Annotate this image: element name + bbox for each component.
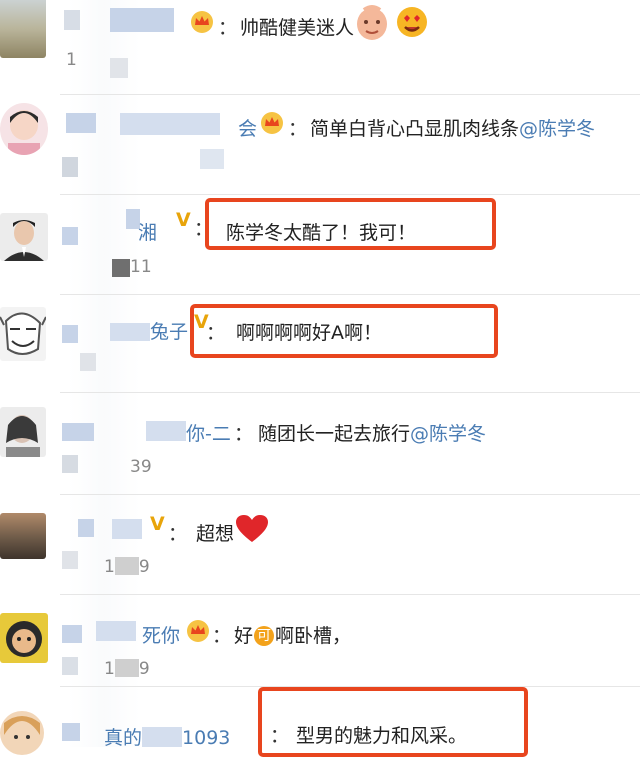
ke-badge-icon: 可 <box>254 626 275 646</box>
like-count: 19 <box>104 659 150 679</box>
highlight-box <box>205 198 496 250</box>
mosaic-block <box>200 149 224 169</box>
mosaic-block <box>62 551 78 569</box>
mosaic-block <box>62 227 78 245</box>
comment-row: 兔子 V ： 啊啊啊啊好A啊！ <box>0 295 640 393</box>
comment-row: 会 ： 简单白背心凸显肌肉线条@陈学冬 <box>0 95 640 195</box>
mosaic-block <box>120 113 220 135</box>
mosaic-block <box>110 58 128 78</box>
comment-text: 好可啊卧槽， <box>234 625 352 647</box>
avatar[interactable] <box>0 613 48 663</box>
like-count: 39 <box>130 457 152 477</box>
mention-link[interactable]: @陈学冬 <box>410 423 486 445</box>
username[interactable]: 你-二 <box>186 419 231 446</box>
avatar[interactable] <box>0 213 48 261</box>
mosaic-block <box>62 625 82 643</box>
heart-eyes-icon <box>397 7 427 37</box>
colon: ： <box>218 17 238 39</box>
crown-badge-icon <box>187 620 209 642</box>
colon: ： <box>168 523 188 545</box>
username[interactable]: 真的 1093 <box>104 723 230 750</box>
mosaic-block <box>62 325 78 343</box>
heart-icon <box>236 515 268 542</box>
mosaic-block <box>66 113 96 133</box>
username[interactable]: 死你 <box>142 621 180 648</box>
baby-face-icon <box>357 5 387 40</box>
username[interactable]: 兔子 <box>150 317 188 344</box>
avatar[interactable] <box>0 711 44 755</box>
colon: ： <box>212 625 232 647</box>
like-count: 1 <box>66 50 77 70</box>
mosaic-block <box>112 259 130 277</box>
like-count: 11 <box>130 257 152 277</box>
comment-row: ： 帅酷健美迷人 1 <box>0 0 640 95</box>
comment-row: 真的 1093 ： 型男的魅力和风采。 <box>0 687 640 757</box>
v-badge-icon: V <box>176 209 191 231</box>
mosaic-block <box>62 423 94 441</box>
avatar[interactable] <box>0 0 46 58</box>
avatar[interactable] <box>0 513 46 559</box>
mosaic-block <box>146 421 186 441</box>
v-badge-icon: V <box>150 513 165 535</box>
comment-text: 随团长一起去旅行@陈学冬 <box>258 423 487 445</box>
avatar[interactable] <box>0 307 46 361</box>
crown-badge-icon <box>191 11 213 33</box>
username[interactable]: 湘 <box>138 218 157 245</box>
colon: ： <box>288 118 308 140</box>
mosaic-block <box>142 727 183 747</box>
highlight-box <box>190 304 498 358</box>
comment-text: 简单白背心凸显肌肉线条@陈学冬 <box>310 118 596 140</box>
mosaic-block <box>110 8 174 32</box>
comment-row: V ： 超想 19 <box>0 495 640 595</box>
mention-link[interactable]: @陈学冬 <box>519 118 595 140</box>
comment-text: 超想 <box>196 523 235 545</box>
mosaic-block <box>64 10 80 30</box>
mosaic-block <box>62 455 78 473</box>
mosaic-block <box>110 323 150 341</box>
comment-text: 帅酷健美迷人 <box>240 17 355 39</box>
mosaic-block <box>62 157 78 177</box>
avatar[interactable] <box>0 103 48 155</box>
comment-row: 湘 V ： 陈学冬太酷了！我可！ 11 <box>0 195 640 295</box>
mosaic-block <box>112 519 142 539</box>
mosaic-block <box>80 353 96 371</box>
mosaic-block <box>62 657 78 675</box>
mosaic-block <box>114 557 139 575</box>
comment-row: 死你 ： 好可啊卧槽， 19 <box>0 595 640 687</box>
avatar[interactable] <box>0 407 46 457</box>
like-count: 19 <box>104 557 150 577</box>
mosaic-block <box>62 723 80 741</box>
colon: ： <box>234 423 254 445</box>
comment-row: 你-二 ： 随团长一起去旅行@陈学冬 39 <box>0 393 640 495</box>
mosaic-block <box>96 621 136 641</box>
mosaic-block <box>78 519 94 537</box>
mosaic-block <box>114 659 139 677</box>
username[interactable]: 会 <box>238 114 257 141</box>
crown-badge-icon <box>261 112 283 134</box>
